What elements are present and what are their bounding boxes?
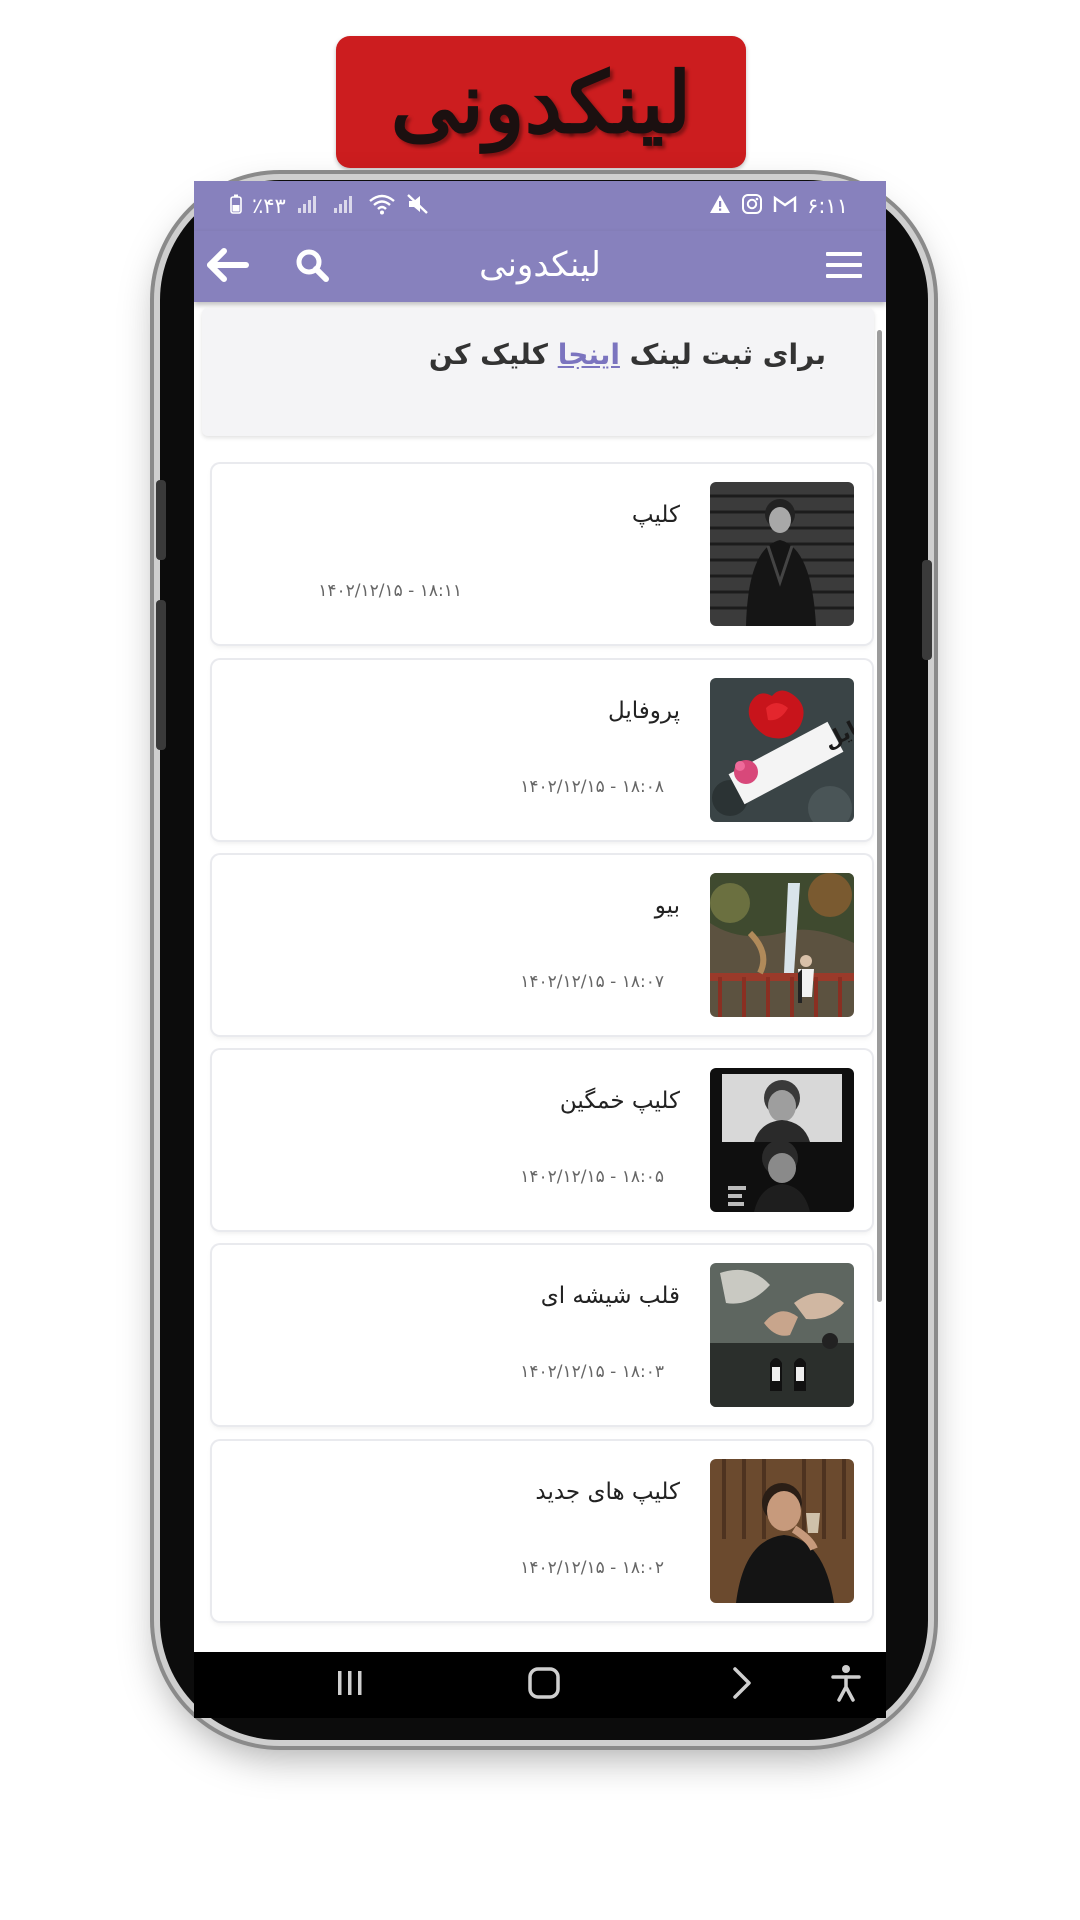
app-bar: لینکدونی — [194, 231, 886, 302]
post-card[interactable]: قلب شیشه ای ۱۸:۰۳ - ۱۴۰۲/۱۲/۱۵ — [212, 1245, 872, 1425]
status-right: ۶:۱۱ — [709, 193, 848, 220]
post-date: ۱۸:۰۲ - ۱۴۰۲/۱۲/۱۵ — [520, 1558, 664, 1578]
post-card[interactable]: کلیپ خمگین ۱۸:۰۵ - ۱۴۰۲/۱۲/۱۵ — [212, 1050, 872, 1230]
banner-title: لینکدونی — [390, 52, 692, 152]
power-button — [922, 560, 932, 660]
status-left: ٪۴۳ — [230, 193, 430, 220]
content-area[interactable]: برای ثبت لینک اینجا کلیک کن کلیپ ۱۸:۱۱ -… — [194, 302, 886, 1652]
volume-button — [156, 480, 166, 560]
signal-icon — [332, 194, 358, 219]
submit-link[interactable]: اینجا — [558, 338, 620, 371]
chevron-back-icon — [730, 1666, 754, 1704]
warning-icon — [709, 194, 731, 219]
post-card[interactable]: بیو ۱۸:۰۷ - ۱۴۰۲/۱۲/۱۵ — [212, 855, 872, 1035]
instagram-icon — [741, 193, 763, 220]
status-bar: ٪۴۳ ۶:۱۱ — [194, 181, 886, 231]
notice-text-after: کلیک کن — [428, 338, 558, 371]
back-button[interactable] — [202, 241, 254, 293]
nav-back-button[interactable] — [716, 1664, 768, 1706]
accessibility-button[interactable] — [820, 1664, 872, 1706]
volume-button — [156, 600, 166, 750]
hamburger-menu-icon — [824, 249, 864, 285]
post-title: کلیپ های جدید — [535, 1479, 680, 1505]
stage: لینکدونی ٪۴۳ ۶:۱۱ لینکدونی برای ثبت لینک… — [0, 0, 1080, 1920]
post-card[interactable]: کلیپ ۱۸:۱۱ - ۱۴۰۲/۱۲/۱۵ — [212, 464, 872, 644]
signal-icon — [296, 194, 322, 219]
post-title: بیو — [654, 893, 680, 919]
post-title: قلب شیشه ای — [540, 1283, 680, 1309]
post-thumbnail: پروفایل — [710, 678, 854, 822]
post-thumbnail — [710, 482, 854, 626]
post-card[interactable]: پروفایل پروفایل ۱۸:۰۸ - ۱۴۰۲/۱۲/۱۵ — [212, 660, 872, 840]
battery-icon — [230, 194, 242, 219]
banner: لینکدونی — [336, 36, 746, 168]
submit-link-notice: برای ثبت لینک اینجا کلیک کن — [202, 308, 874, 436]
scrollbar[interactable] — [877, 330, 882, 1302]
menu-button[interactable] — [818, 241, 870, 293]
post-date: ۱۸:۰۸ - ۱۴۰۲/۱۲/۱۵ — [520, 777, 664, 797]
post-title: کلیپ — [631, 502, 680, 528]
arrow-back-icon — [206, 247, 250, 287]
battery-percent: ٪۴۳ — [252, 194, 286, 218]
post-title: کلیپ خمگین — [559, 1088, 680, 1114]
gmail-icon — [773, 194, 797, 219]
search-button[interactable] — [286, 241, 338, 293]
post-title: پروفایل — [607, 698, 680, 724]
post-date: ۱۸:۱۱ - ۱۴۰۲/۱۲/۱۵ — [318, 581, 462, 601]
home-button[interactable] — [518, 1664, 570, 1706]
post-date: ۱۸:۰۷ - ۱۴۰۲/۱۲/۱۵ — [520, 972, 664, 992]
post-date: ۱۸:۰۵ - ۱۴۰۲/۱۲/۱۵ — [520, 1167, 664, 1187]
home-icon — [527, 1666, 561, 1704]
accessibility-icon — [830, 1664, 862, 1706]
search-icon — [294, 247, 330, 287]
phone-screen: ٪۴۳ ۶:۱۱ لینکدونی برای ثبت لینک اینجا کل… — [194, 181, 886, 1718]
post-thumbnail — [710, 1068, 854, 1212]
post-date: ۱۸:۰۳ - ۱۴۰۲/۱۲/۱۵ — [520, 1362, 664, 1382]
post-card[interactable]: کلیپ های جدید ۱۸:۰۲ - ۱۴۰۲/۱۲/۱۵ — [212, 1441, 872, 1621]
mute-icon — [406, 193, 430, 220]
recents-button[interactable] — [324, 1664, 376, 1706]
status-time: ۶:۱۱ — [807, 194, 848, 218]
post-thumbnail — [710, 1263, 854, 1407]
post-thumbnail — [710, 1459, 854, 1603]
wifi-icon — [368, 193, 396, 220]
post-thumbnail — [710, 873, 854, 1017]
android-nav-bar — [194, 1652, 886, 1718]
notice-text-before: برای ثبت لینک — [619, 338, 826, 371]
recents-icon — [334, 1667, 366, 1703]
